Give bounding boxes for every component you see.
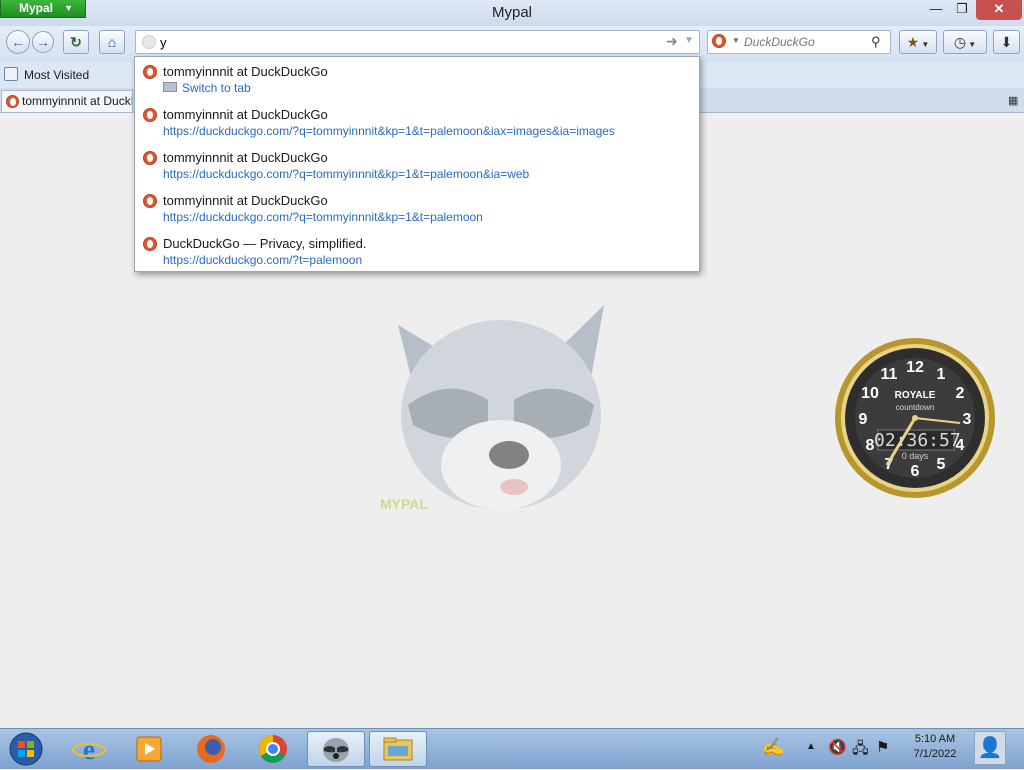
close-button[interactable]: ✕	[976, 0, 1022, 20]
tab-label: tommyinnnit at DuckDuckGo	[22, 94, 132, 108]
duckduckgo-favicon-icon	[143, 237, 157, 251]
autocomplete-url: https://duckduckgo.com/?q=tommyinnnit&kp…	[163, 167, 530, 181]
tab-active[interactable]: tommyinnnit at DuckDuckGo	[1, 90, 133, 112]
svg-text:e: e	[83, 735, 95, 766]
back-button[interactable]: ←	[6, 30, 30, 54]
duckduckgo-favicon-icon	[6, 95, 19, 108]
taskbar-media-player[interactable]	[120, 731, 178, 767]
duckduckgo-favicon-icon	[143, 151, 157, 165]
site-identity-icon	[142, 35, 156, 49]
media-player-icon	[136, 736, 162, 762]
bookmark-label: Most Visited	[24, 68, 90, 82]
autocomplete-url: https://duckduckgo.com/?t=palemoon	[163, 253, 363, 267]
clock-days: 0 days	[901, 451, 929, 461]
search-icon[interactable]: ⚲	[871, 34, 881, 50]
bookmark-star-icon: ★	[906, 34, 920, 50]
download-arrow-icon: ⬇	[1000, 34, 1013, 50]
autocomplete-title: tommyinnnit at DuckDuckGo	[163, 107, 328, 122]
bookmarks-menu-button[interactable]: ★ ▼	[899, 30, 937, 54]
volume-muted-icon[interactable]: 🔇	[828, 738, 847, 756]
autocomplete-url: https://duckduckgo.com/?q=tommyinnnit&kp…	[163, 210, 483, 224]
duckduckgo-favicon-icon	[143, 194, 157, 208]
clock-numeral: 1	[937, 366, 946, 383]
folder-icon	[383, 737, 413, 761]
taskbar-firefox[interactable]	[182, 731, 240, 767]
clock-icon: ◷	[953, 34, 967, 50]
url-bar[interactable]: ➜ ▼	[135, 30, 700, 54]
autocomplete-title: tommyinnnit at DuckDuckGo	[163, 150, 328, 165]
maximize-button[interactable]: ❐	[950, 0, 974, 20]
back-arrow-icon: ←	[11, 34, 25, 50]
clock-numeral: 6	[911, 463, 920, 480]
duckduckgo-favicon-icon	[143, 108, 157, 122]
firefox-icon	[197, 735, 225, 763]
search-input[interactable]	[744, 34, 864, 50]
autocomplete-item[interactable]: tommyinnnit at DuckDuckGo https://duckdu…	[135, 186, 699, 229]
show-hidden-icons-icon[interactable]: ▲	[806, 741, 816, 752]
autocomplete-item[interactable]: tommyinnnit at DuckDuckGo Switch to tab	[135, 57, 699, 100]
forward-arrow-icon: →	[36, 34, 50, 50]
chrome-icon	[259, 735, 287, 763]
taskbar-file-explorer[interactable]	[369, 731, 427, 767]
taskbar-chrome[interactable]	[244, 731, 302, 767]
autocomplete-item[interactable]: DuckDuckGo — Privacy, simplified. https:…	[135, 229, 699, 272]
reload-icon: ↻	[70, 34, 82, 50]
mascot-label: MYPAL	[380, 496, 428, 512]
autocomplete-item[interactable]: tommyinnnit at DuckDuckGo https://duckdu…	[135, 100, 699, 143]
taskbar: e ✍ ▲ 🔇 🖧 ⚑ 5:10 AM 7/1/2022 👤	[0, 728, 1024, 769]
autocomplete-subtitle: Switch to tab	[182, 81, 251, 95]
autocomplete-url: https://duckduckgo.com/?q=tommyinnnit&kp…	[163, 124, 615, 138]
internet-explorer-icon: e	[72, 735, 106, 766]
mypal-raccoon-icon	[323, 738, 349, 762]
autocomplete-title: tommyinnnit at DuckDuckGo	[163, 64, 328, 79]
autocomplete-title: tommyinnnit at DuckDuckGo	[163, 193, 328, 208]
clock-numeral: 12	[906, 359, 924, 376]
chevron-down-icon: ▼	[732, 36, 740, 45]
taskbar-mypal[interactable]	[307, 731, 365, 767]
keyboard-handwriting-icon[interactable]: ✍	[762, 737, 784, 758]
list-all-tabs-icon[interactable]: ▦	[1008, 94, 1018, 107]
title-bar: Mypal ▼ Mypal — ❐ ✕	[0, 0, 1024, 26]
home-icon: ⌂	[107, 34, 117, 50]
go-arrow-icon[interactable]: ➜	[666, 33, 678, 50]
network-icon[interactable]: 🖧	[852, 738, 869, 763]
search-engine-icon[interactable]	[712, 34, 726, 48]
clock-numeral: 3	[963, 411, 972, 428]
clock-numeral: 11	[881, 366, 898, 383]
mascot-raccoon-icon	[398, 305, 604, 510]
forward-button[interactable]: →	[32, 31, 54, 53]
duckduckgo-favicon-icon	[143, 65, 157, 79]
search-bar[interactable]: ▼ ⚲	[707, 30, 891, 54]
autocomplete-title: DuckDuckGo — Privacy, simplified.	[163, 236, 367, 251]
action-center-flag-icon[interactable]: ⚑	[876, 738, 889, 756]
clock-brand: ROYALE	[894, 390, 936, 401]
tray-time: 5:10 AM	[914, 733, 956, 745]
clock-gadget[interactable]: 121234567891011	[832, 335, 998, 501]
clock-time: 02:36:57	[874, 430, 961, 451]
history-button[interactable]: ◷ ▼	[943, 30, 987, 54]
reload-button[interactable]: ↻	[63, 30, 89, 54]
history-dropdown-icon[interactable]: ▼	[684, 35, 694, 46]
clock-subtitle: countdown	[895, 403, 935, 412]
window-title: Mypal	[491, 4, 532, 21]
autocomplete-switch-to-tab: Switch to tab	[163, 81, 251, 95]
minimize-button[interactable]: —	[924, 0, 948, 20]
tray-date: 7/1/2022	[913, 748, 957, 760]
start-orb-icon[interactable]	[4, 731, 48, 767]
url-input[interactable]	[160, 33, 640, 51]
taskbar-internet-explorer[interactable]: e	[60, 731, 118, 767]
tray-clock[interactable]: 5:10 AM 7/1/2022	[900, 733, 970, 760]
switch-tab-icon	[163, 82, 177, 92]
clock-numeral: 9	[859, 411, 868, 428]
home-button[interactable]: ⌂	[99, 30, 125, 54]
folder-icon	[4, 67, 18, 81]
autocomplete-item[interactable]: tommyinnnit at DuckDuckGo https://duckdu…	[135, 143, 699, 186]
user-avatar-icon[interactable]: 👤	[974, 731, 1006, 765]
downloads-button[interactable]: ⬇	[993, 30, 1020, 54]
url-autocomplete-popup: tommyinnnit at DuckDuckGo Switch to tab …	[134, 56, 700, 272]
bookmark-most-visited[interactable]: Most Visited	[4, 67, 89, 82]
